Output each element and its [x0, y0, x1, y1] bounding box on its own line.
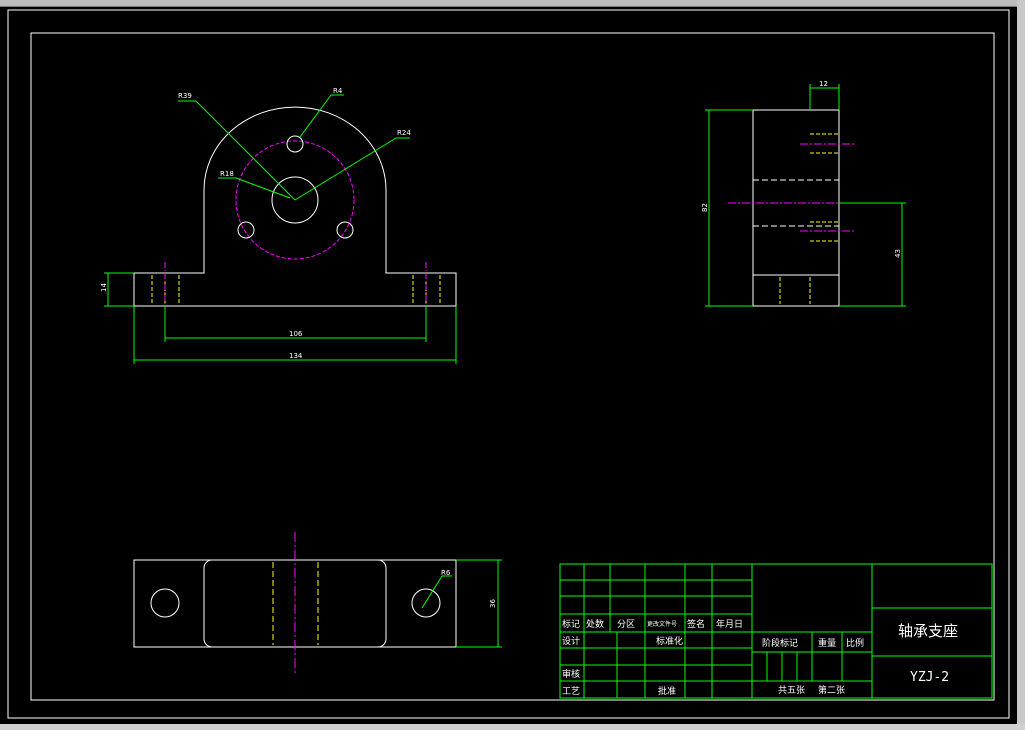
header-label: 标记	[562, 618, 580, 630]
stage-mark-label: 阶段标记	[762, 637, 798, 649]
part-name: 轴承支座	[898, 622, 958, 640]
dimension-text: 82	[701, 203, 709, 212]
dimension-text: 106	[289, 330, 303, 338]
approve-label: 批准	[658, 685, 676, 697]
standardize-label: 标准化	[656, 635, 683, 647]
bolt-hole-left	[237, 221, 255, 239]
sheets-total: 共五张	[778, 685, 805, 696]
radius-label: R18	[220, 170, 234, 178]
dimension-text: 12	[819, 80, 828, 88]
drawing-number: YZJ-2	[910, 670, 949, 685]
dimension-text: 36	[489, 599, 497, 608]
dimension-text: 14	[100, 283, 108, 292]
design-label: 设计	[562, 635, 580, 647]
header-label: 年月日	[716, 618, 743, 630]
side-view-outline	[752, 109, 840, 307]
radius-label: R39	[178, 92, 192, 100]
radius-label: R6	[441, 569, 451, 577]
drawing-canvas[interactable]: R39 R4 R24 R18 14 106 134 12 82 43 R6 36…	[0, 0, 1025, 730]
dimension-text: 43	[894, 249, 902, 258]
leader-line	[294, 137, 397, 201]
mount-hole-left	[150, 588, 180, 618]
sheet-outer-border	[7, 9, 1010, 719]
header-label: 分区	[617, 619, 635, 630]
weight-label: 重量	[818, 637, 836, 649]
sheet-number: 第二张	[818, 684, 845, 696]
side-view: 12 82 43	[701, 80, 906, 307]
bolt-hole-right	[336, 221, 354, 239]
process-label: 工艺	[562, 686, 580, 697]
title-block-text: 标记 处数 分区 更改文件号 签名 年月日 设计 标准化 审核 工艺 批准 阶段…	[562, 618, 958, 697]
leader-line	[299, 94, 332, 138]
radius-label: R24	[397, 129, 411, 137]
mount-hole-right	[411, 588, 441, 618]
cad-drawing-window: R39 R4 R24 R18 14 106 134 12 82 43 R6 36…	[0, 0, 1025, 730]
top-view: R6 36	[133, 532, 502, 674]
scale-label: 比例	[846, 637, 864, 649]
radius-label: R4	[333, 87, 343, 95]
header-label: 更改文件号	[647, 620, 677, 628]
header-label: 处数	[586, 618, 604, 630]
leader-line	[421, 575, 443, 609]
review-label: 审核	[562, 668, 580, 680]
front-view: R39 R4 R24 R18 14 106 134	[100, 87, 457, 364]
leader-line	[195, 100, 296, 201]
dimension-text: 134	[289, 352, 303, 360]
drawing-frame	[30, 32, 995, 701]
bolt-hole-top	[286, 135, 304, 153]
header-label: 签名	[687, 618, 705, 630]
